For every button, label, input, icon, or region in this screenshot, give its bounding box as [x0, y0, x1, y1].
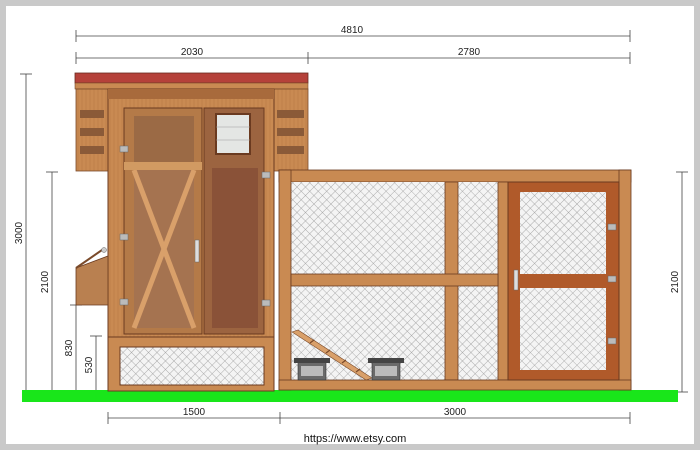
dimension-floor-height: 830: [64, 339, 75, 356]
dimension-bottom-coop: 1500: [183, 407, 206, 418]
mesh-panel: [458, 182, 500, 274]
hinge-icon: [119, 298, 129, 306]
hinge-icon: [607, 223, 617, 231]
chicken-coop-elevation-drawing: 4810 2030 2780 3000 2100 830 530 2100 15…: [14, 25, 688, 445]
hinge-icon: [607, 337, 617, 345]
dimension-bottom-run: 3000: [444, 407, 467, 418]
chicken-run: [278, 169, 632, 391]
ramp-flap: [75, 255, 109, 306]
door-handle-icon: [513, 269, 519, 291]
hinge-icon: [119, 145, 129, 153]
coop-house: [74, 72, 309, 392]
dimension-total-width: 4810: [341, 25, 364, 36]
dimension-base-height: 530: [84, 356, 95, 373]
roof: [74, 72, 309, 84]
hinge-icon: [119, 233, 129, 241]
feeder-icon: [294, 358, 330, 381]
waterer-icon: [368, 358, 404, 381]
mesh-panel: [291, 182, 445, 274]
door-handle-icon: [194, 239, 200, 263]
hinge-icon: [607, 275, 617, 283]
ground-strip: [22, 390, 678, 402]
mesh-panel: [458, 286, 500, 380]
dimension-total-height: 3000: [14, 221, 25, 244]
dimension-coop-height: 2100: [40, 270, 51, 293]
window: [215, 113, 251, 155]
dimension-run-height: 2100: [670, 270, 681, 293]
dimension-run-width: 2780: [458, 47, 481, 58]
source-url: https://www.etsy.com: [304, 433, 407, 445]
dimension-coop-width: 2030: [181, 47, 204, 58]
